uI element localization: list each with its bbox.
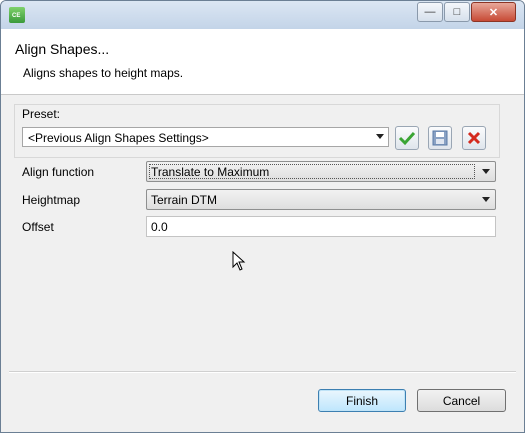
apply-preset-button[interactable]	[395, 126, 419, 150]
delete-icon	[467, 131, 481, 145]
finish-button[interactable]: Finish	[318, 389, 406, 412]
preset-label: Preset:	[22, 107, 61, 121]
offset-label: Offset	[22, 220, 54, 234]
dialog-window: CE — □ ✕ Align Shapes... Aligns shapes t…	[0, 0, 525, 433]
delete-preset-button[interactable]	[462, 126, 486, 150]
cancel-button-label: Cancel	[442, 393, 481, 408]
heightmap-select[interactable]: Terrain DTM	[146, 189, 496, 210]
offset-input[interactable]: 0.0	[146, 216, 496, 237]
app-icon-text: CE	[12, 13, 21, 19]
chevron-down-icon	[482, 197, 490, 202]
app-icon: CE	[9, 7, 25, 23]
finish-button-label: Finish	[345, 393, 378, 408]
heightmap-label: Heightmap	[22, 193, 81, 207]
preset-combo[interactable]: <Previous Align Shapes Settings>	[22, 127, 389, 147]
dialog-subtitle: Aligns shapes to height maps.	[23, 66, 184, 80]
align-function-value: Translate to Maximum	[151, 165, 270, 179]
align-function-select[interactable]: Translate to Maximum	[146, 161, 496, 182]
mouse-cursor-icon	[232, 251, 246, 271]
separator	[9, 371, 516, 373]
chevron-down-icon	[482, 169, 490, 174]
save-icon	[432, 130, 448, 146]
dialog-title: Align Shapes...	[15, 41, 110, 57]
align-function-label: Align function	[22, 165, 95, 179]
maximize-button[interactable]: □	[444, 2, 470, 22]
cancel-button[interactable]: Cancel	[417, 389, 506, 412]
preset-value: <Previous Align Shapes Settings>	[28, 131, 209, 145]
dialog-header: Align Shapes... Aligns shapes to height …	[1, 29, 524, 95]
close-button[interactable]: ✕	[471, 2, 516, 22]
title-bar: CE — □ ✕	[1, 1, 524, 29]
chevron-down-icon	[376, 134, 384, 139]
check-icon	[398, 131, 416, 146]
heightmap-value: Terrain DTM	[151, 193, 218, 207]
save-preset-button[interactable]	[428, 126, 452, 150]
offset-value: 0.0	[151, 220, 168, 234]
minimize-button[interactable]: —	[417, 2, 443, 22]
